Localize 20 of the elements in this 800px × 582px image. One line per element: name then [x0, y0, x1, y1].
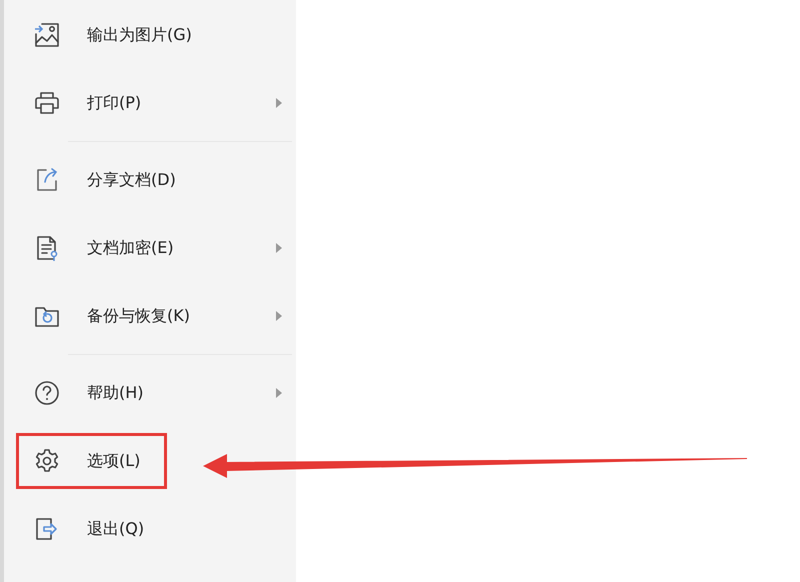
picture-export-icon [33, 21, 61, 49]
menu-item-label: 选项(L) [87, 450, 140, 472]
menu-item[interactable]: 备份与恢复(K) [4, 282, 296, 350]
menu-item-label: 备份与恢复(K) [87, 305, 190, 327]
menu-item-label: 文档加密(E) [87, 237, 174, 259]
printer-icon [33, 89, 61, 117]
menu-item-label: 帮助(H) [87, 382, 144, 404]
menu-item-label: 打印(P) [87, 92, 142, 114]
menu-item-label: 输出为图片(G) [87, 24, 192, 46]
settings-icon [33, 447, 61, 475]
menu-item[interactable]: 退出(Q) [4, 495, 296, 563]
menu-item[interactable]: 文档加密(E) [4, 214, 296, 282]
help-icon [33, 379, 61, 407]
menu-item-label: 退出(Q) [87, 518, 144, 540]
menu-item[interactable]: 选项(L) [4, 427, 296, 495]
menu-item[interactable]: 分享文档(D) [4, 146, 296, 214]
menu-item-label: 分享文档(D) [87, 169, 176, 191]
menu-item[interactable]: 输出为图片(G) [4, 1, 296, 69]
menu-item[interactable]: 帮助(H) [4, 359, 296, 427]
menu-item[interactable]: 打印(P) [4, 69, 296, 137]
